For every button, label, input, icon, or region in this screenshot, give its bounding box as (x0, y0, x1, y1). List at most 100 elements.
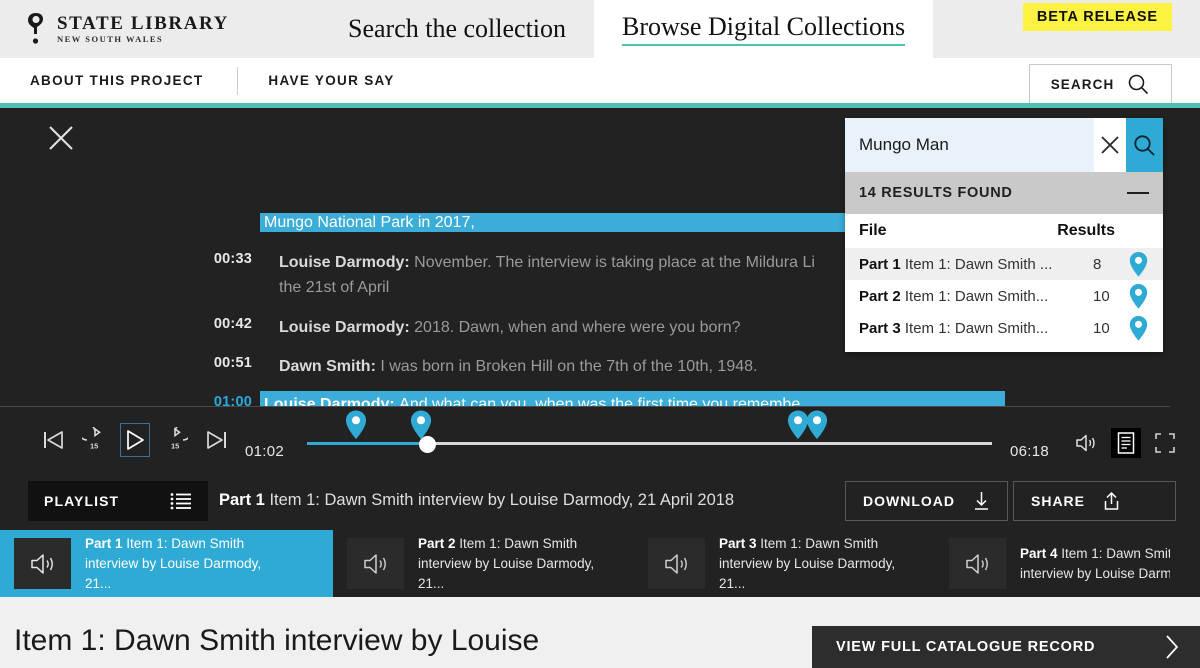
result-part: Part 2 (859, 287, 901, 305)
transcript-cue[interactable]: 00:51 Dawn Smith: I was born in Broken H… (190, 354, 758, 379)
brand-logo[interactable]: STATE LIBRARY NEW SOUTH WALES (0, 0, 320, 58)
result-file-label: Part 2 Item 1: Dawn Smith... (859, 288, 1093, 305)
result-part: Part 3 (859, 319, 901, 337)
cue-line: Louise Darmody: And what can you, when w… (264, 392, 800, 406)
share-label: SHARE (1031, 493, 1086, 509)
playlist-toggle-button[interactable]: PLAYLIST (28, 481, 208, 521)
playlist-item-line1: Item 1: Dawn Smith (126, 535, 245, 551)
page-title: Item 1: Dawn Smith interview by Louise (14, 624, 540, 657)
nav-about-this-project[interactable]: ABOUT THIS PROJECT (0, 73, 203, 88)
download-button[interactable]: DOWNLOAD (845, 481, 1008, 521)
cue-speaker: Louise Darmody: (279, 319, 410, 336)
panel-padding (845, 344, 1163, 352)
search-result-row[interactable]: Part 1 Item 1: Dawn Smith ... 8 (845, 248, 1163, 280)
now-playing-name: Item 1: Dawn Smith interview by Louise D… (269, 491, 735, 509)
playlist-strip[interactable]: Part 1 Item 1: Dawn Smith interview by Lo… (0, 530, 1170, 597)
search-icon (1126, 72, 1150, 96)
rewind-15-icon[interactable]: 15 (78, 423, 112, 457)
timeline-marker-icon[interactable] (806, 410, 828, 440)
tab-search-collection[interactable]: Search the collection (320, 0, 595, 58)
search-result-row[interactable]: Part 3 Item 1: Dawn Smith... 10 (845, 312, 1163, 344)
playlist-bar: PLAYLIST Part 1 Item 1: Dawn Smith inter… (0, 478, 1176, 526)
playlist-item-label: Part 4 Item 1: Dawn Smith interview by Lo… (1020, 544, 1170, 584)
playlist-item-part: Part 1 (85, 535, 123, 551)
transcript-cue[interactable]: 00:33 Louise Darmody: November. The inte… (190, 250, 815, 300)
view-full-catalogue-record-button[interactable]: VIEW FULL CATALOGUE RECORD (812, 626, 1200, 668)
cue-timestamp[interactable]: 00:51 (190, 354, 252, 379)
cue-timestamp[interactable]: 00:33 (190, 250, 252, 300)
clear-search-icon[interactable] (1094, 118, 1127, 172)
playlist-toggle-label: PLAYLIST (44, 493, 120, 509)
cue-speaker: Dawn Smith: (279, 358, 376, 375)
playlist-item-line2: interview by Louise Darmody, 21... (418, 555, 595, 591)
previous-track-icon[interactable] (36, 423, 70, 457)
column-header-file: File (859, 222, 887, 239)
playlist-item[interactable]: Part 1 Item 1: Dawn Smith interview by Lo… (0, 530, 333, 597)
playlist-item[interactable]: Part 4 Item 1: Dawn Smith interview by Lo… (935, 530, 1170, 597)
brand-subtitle: NEW SOUTH WALES (57, 34, 164, 45)
fullscreen-icon[interactable] (1150, 428, 1180, 458)
transcript-cue-current[interactable]: 01:00 (190, 393, 252, 406)
search-results-summary: 14 RESULTS FOUND (845, 172, 1163, 214)
download-label: DOWNLOAD (863, 493, 955, 509)
map-pin-icon[interactable] (1127, 283, 1149, 309)
playlist-item-label: Part 3 Item 1: Dawn Smith interview by Lo… (719, 534, 904, 594)
playlist-item[interactable]: Part 3 Item 1: Dawn Smith interview by Lo… (634, 530, 935, 597)
transcript-search-panel: 14 RESULTS FOUND File Results Part 1 Ite… (845, 118, 1163, 352)
search-results-header: File Results (845, 214, 1163, 248)
transcript-cue[interactable]: 00:42 Louise Darmody: 2018. Dawn, when a… (190, 315, 741, 340)
catalogue-button-label: VIEW FULL CATALOGUE RECORD (836, 639, 1096, 655)
next-track-icon[interactable] (200, 423, 234, 457)
close-icon[interactable] (47, 124, 75, 152)
site-search-button[interactable]: SEARCH (1029, 64, 1172, 104)
cue-timestamp[interactable]: 01:00 (190, 393, 252, 406)
result-title: Item 1: Dawn Smith... (904, 319, 1049, 337)
result-count: 10 (1093, 319, 1110, 337)
column-header-results: Results (1057, 222, 1115, 239)
transport-buttons: 15 15 (36, 423, 234, 457)
map-pin-icon[interactable] (1127, 315, 1149, 341)
cue-line: the 21st of April (279, 279, 390, 296)
brand-text: STATE LIBRARY NEW SOUTH WALES (57, 14, 229, 44)
transcript-toggle-icon[interactable] (1111, 428, 1141, 458)
audio-icon (14, 538, 71, 589)
transcript-partial-line: Mungo National Park in 2017, (264, 214, 475, 231)
audio-icon (949, 538, 1006, 589)
play-icon[interactable] (120, 423, 150, 457)
playlist-item-label: Part 2 Item 1: Dawn Smith interview by Lo… (418, 534, 603, 594)
search-result-row[interactable]: Part 2 Item 1: Dawn Smith... 10 (845, 280, 1163, 312)
transcript-search-input[interactable] (845, 118, 1094, 172)
player-controls: 15 15 01:02 06:18 (0, 406, 1170, 472)
site-header: STATE LIBRARY NEW SOUTH WALES Search the… (0, 0, 1200, 58)
results-found-label: 14 RESULTS FOUND (859, 185, 1013, 201)
result-count: 10 (1093, 287, 1110, 305)
cue-speaker: Louise Darmody: (279, 254, 410, 271)
share-button[interactable]: SHARE (1013, 481, 1176, 521)
audio-icon (347, 538, 404, 589)
cue-text: November. The interview is taking place … (414, 254, 815, 271)
tab-browse-digital-collections[interactable]: Browse Digital Collections (594, 0, 934, 58)
volume-icon[interactable] (1072, 428, 1102, 458)
playlist-item-part: Part 4 (1020, 545, 1058, 561)
cue-timestamp[interactable]: 00:42 (190, 315, 252, 340)
forward-15-icon[interactable]: 15 (158, 423, 192, 457)
playlist-item-line2: interview by Louise Darmody, 21... (719, 555, 896, 591)
map-pin-icon[interactable] (1127, 251, 1149, 277)
timeline-marker-icon[interactable] (410, 410, 432, 440)
result-file-label: Part 1 Item 1: Dawn Smith ... (859, 256, 1093, 273)
playlist-item-part: Part 3 (719, 535, 757, 551)
minus-icon[interactable] (1127, 192, 1149, 194)
now-playing-part: Part 1 (219, 491, 265, 509)
result-title: Item 1: Dawn Smith ... (904, 255, 1053, 273)
result-part: Part 1 (859, 255, 901, 273)
list-icon (170, 492, 192, 510)
now-playing-title: Part 1 Item 1: Dawn Smith interview by L… (219, 491, 734, 510)
timeline-marker-icon[interactable] (345, 410, 367, 440)
nav-have-your-say[interactable]: HAVE YOUR SAY (238, 73, 394, 88)
playlist-item[interactable]: Part 2 Item 1: Dawn Smith interview by Lo… (333, 530, 634, 597)
secondary-nav: ABOUT THIS PROJECT HAVE YOUR SAY SEARCH (0, 58, 1200, 104)
submit-search-icon[interactable] (1126, 118, 1163, 172)
cue-text: 2018. Dawn, when and where were you born… (414, 319, 741, 336)
chevron-right-icon (1164, 633, 1180, 661)
site-search-label: SEARCH (1050, 76, 1115, 92)
